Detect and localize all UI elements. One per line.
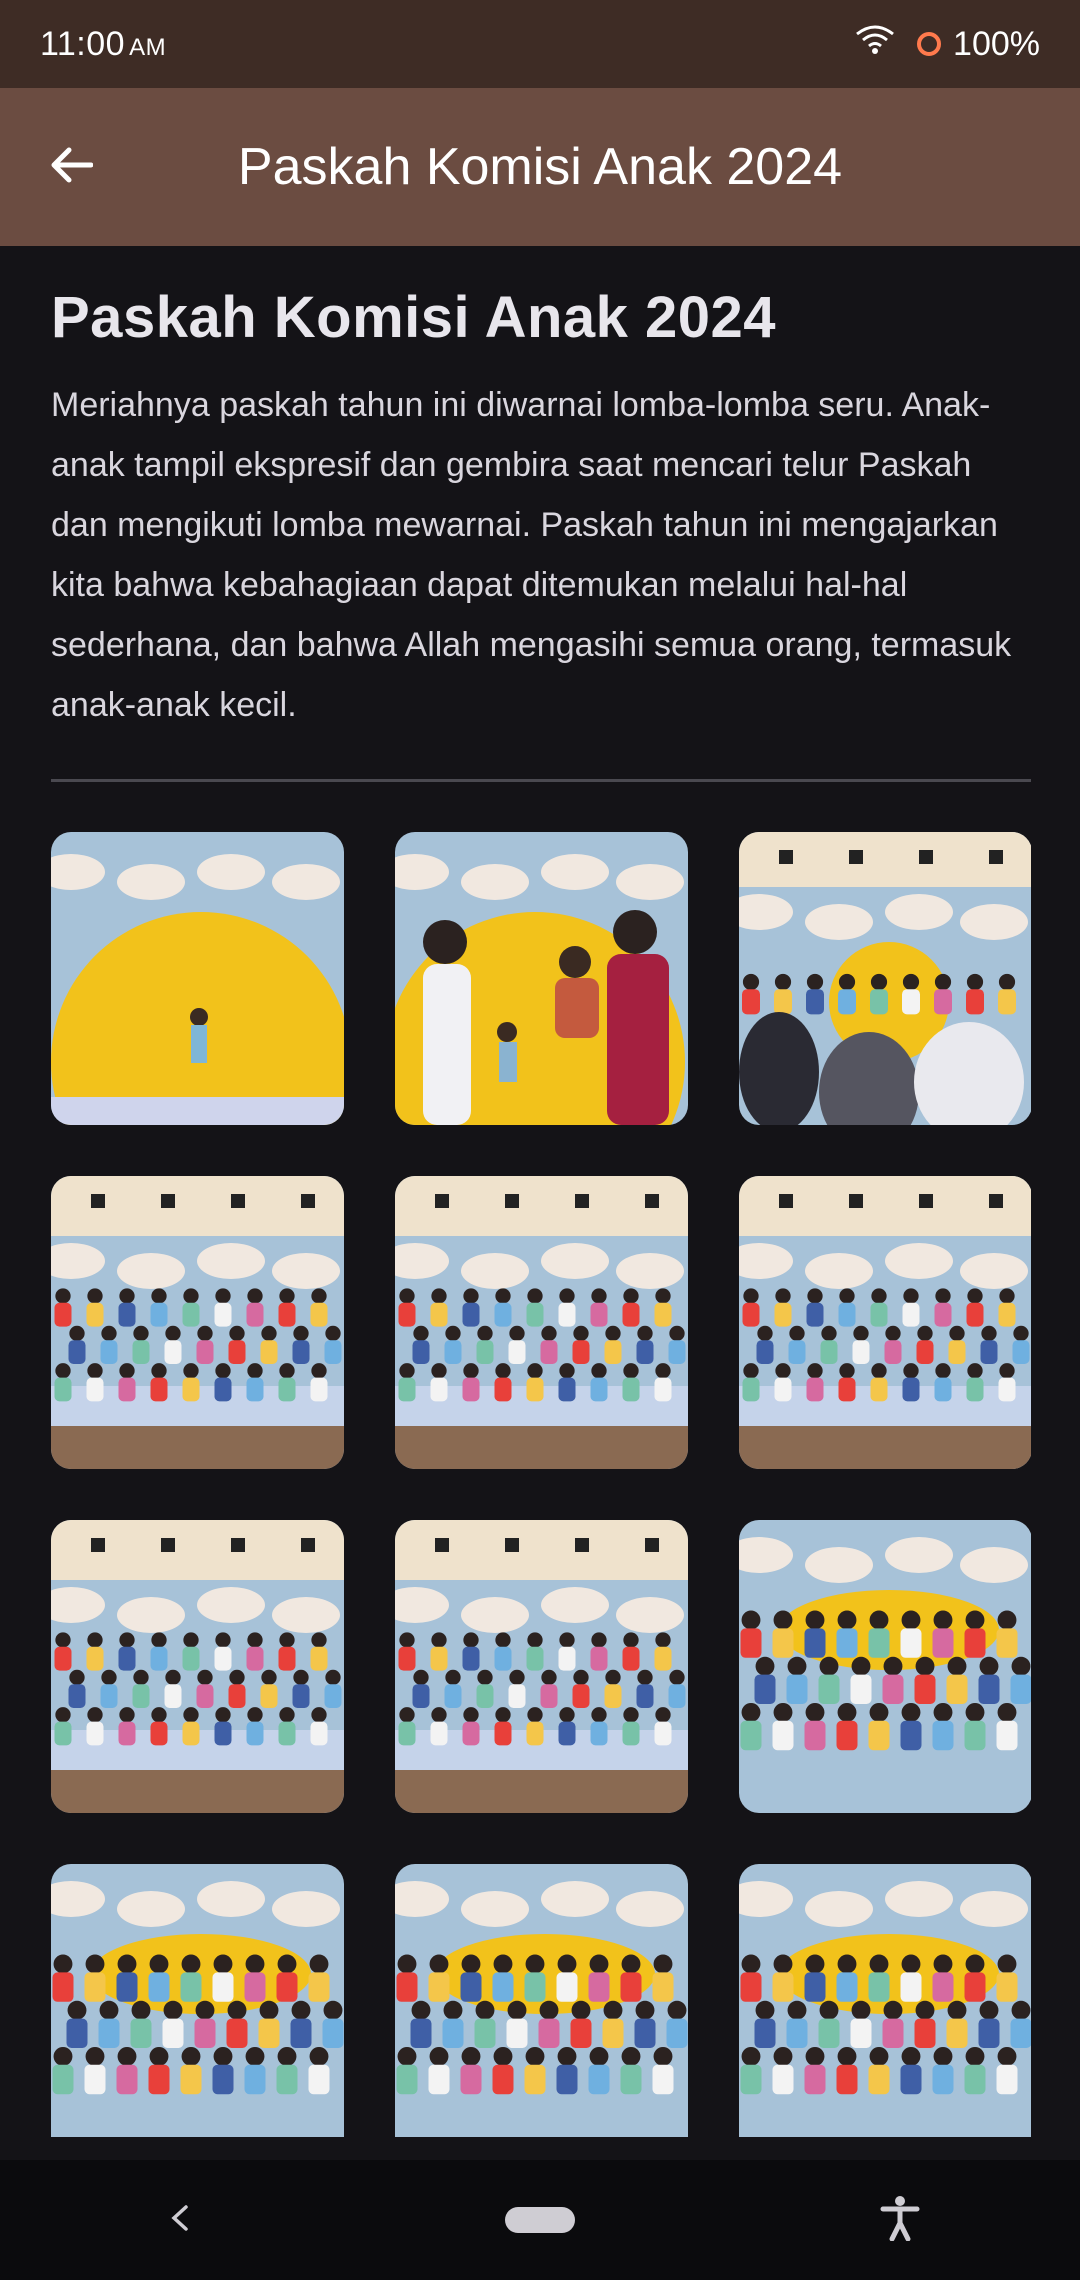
battery-ring-icon bbox=[917, 32, 942, 56]
screen: 11:00 AM 100% Paskah Komisi Anak 2024 Pa… bbox=[0, 0, 1080, 2280]
status-right: 100% bbox=[855, 24, 1040, 65]
gallery-photo[interactable] bbox=[51, 1864, 344, 2137]
home-pill-icon bbox=[505, 2207, 575, 2233]
nav-accessibility-button[interactable] bbox=[855, 2175, 945, 2265]
nav-back-button[interactable] bbox=[135, 2175, 225, 2265]
accessibility-icon bbox=[880, 2195, 920, 2246]
article-content: Paskah Komisi Anak 2024 Meriahnya paskah… bbox=[51, 246, 1031, 2137]
gallery-photo[interactable] bbox=[739, 1864, 1031, 2137]
wifi-icon bbox=[855, 24, 895, 65]
status-time-ampm: AM bbox=[129, 33, 167, 61]
battery-group: 100% bbox=[917, 25, 1040, 64]
gallery-photo[interactable] bbox=[395, 832, 688, 1125]
gallery-photo[interactable] bbox=[395, 1520, 688, 1813]
nav-home-button[interactable] bbox=[495, 2175, 585, 2265]
gallery-photo[interactable] bbox=[395, 1864, 688, 2137]
gallery-photo[interactable] bbox=[739, 832, 1031, 1125]
gallery-photo[interactable] bbox=[51, 832, 344, 1125]
gallery-photo[interactable] bbox=[51, 1176, 344, 1469]
photo-gallery bbox=[51, 832, 1031, 2137]
gallery-photo[interactable] bbox=[395, 1176, 688, 1469]
gallery-photo[interactable] bbox=[739, 1176, 1031, 1469]
divider bbox=[51, 779, 1031, 782]
nav-back-icon bbox=[168, 2203, 192, 2238]
article-title: Paskah Komisi Anak 2024 bbox=[51, 285, 777, 350]
status-time: 11:00 AM bbox=[40, 25, 166, 64]
app-bar: Paskah Komisi Anak 2024 bbox=[0, 88, 1080, 246]
system-nav-bar bbox=[0, 2160, 1080, 2280]
status-bar: 11:00 AM 100% bbox=[0, 0, 1080, 88]
battery-percent: 100% bbox=[953, 24, 1040, 63]
gallery-photo[interactable] bbox=[739, 1520, 1031, 1813]
app-bar-title: Paskah Komisi Anak 2024 bbox=[237, 138, 843, 196]
article-description: Meriahnya paskah tahun ini diwarnai lomb… bbox=[51, 386, 1012, 724]
gallery-photo[interactable] bbox=[51, 1520, 344, 1813]
status-time-value: 11:00 bbox=[40, 24, 126, 63]
